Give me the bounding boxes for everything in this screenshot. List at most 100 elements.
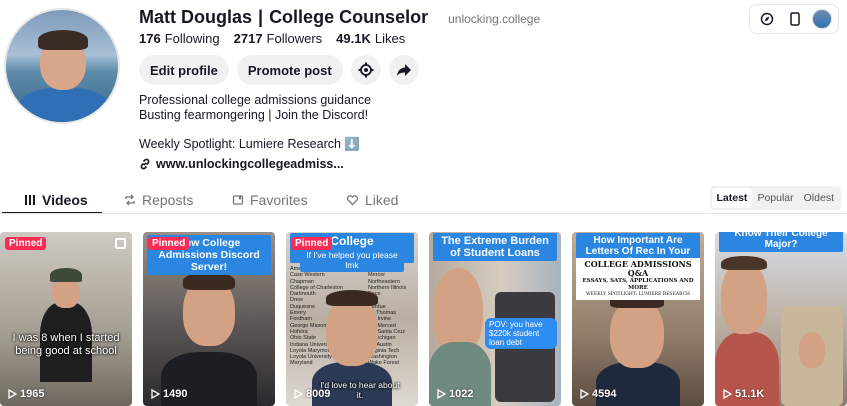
share-arrow-icon (396, 64, 411, 76)
qa-banner: COLLEGE ADMISSIONS Q&A ESSAYS, SATS, APP… (576, 258, 700, 300)
view-count-value: 8009 (306, 388, 331, 400)
profile-link[interactable]: www.unlockingcollegeadmiss... (139, 157, 344, 171)
view-count: 1490 (151, 388, 187, 400)
video-caption: The Extreme Burden of Student Loans (433, 233, 557, 261)
profile-bio: Professional college admissions guidance… (139, 93, 371, 123)
phone-icon (790, 12, 800, 26)
sort-popular[interactable]: Popular (752, 188, 798, 208)
play-icon (437, 389, 446, 399)
heart-icon (346, 195, 359, 206)
promote-post-button[interactable]: Promote post (236, 55, 343, 85)
link-text: www.unlockingcollegeadmiss... (156, 157, 344, 171)
thumb-face (721, 260, 767, 334)
thumb-cap (50, 268, 82, 282)
video-card[interactable]: How Important Are Letters Of Rec In Your… (572, 232, 704, 406)
top-right-toolbar (749, 4, 839, 34)
tab-favorites-label: Favorites (250, 192, 308, 208)
likes-label: Likes (374, 31, 406, 46)
tab-reposts[interactable]: Reposts (124, 186, 193, 214)
following-label: Following (164, 31, 220, 46)
video-card[interactable]: Know Their College Major? 51.1K (715, 232, 847, 406)
likes-count: 49.1K (336, 31, 371, 46)
video-overlay-text: I was 8 when I started being good at sch… (12, 332, 120, 357)
thumb-hair (326, 290, 378, 306)
name-separator: | (258, 7, 264, 27)
pinned-badge: Pinned (5, 237, 47, 250)
sort-oldest[interactable]: Oldest (799, 188, 839, 208)
view-count-value: 1965 (20, 388, 45, 400)
qa-small-text: WEEKLY SPOTLIGHT: LUMIERE RESEARCH (586, 292, 690, 297)
tab-divider (0, 213, 847, 214)
repost-icon (125, 194, 135, 206)
play-icon (294, 389, 303, 399)
compass-button[interactable] (756, 8, 778, 30)
profile-title: College Counselor (269, 7, 429, 27)
qa-title: COLLEGE ADMISSIONS Q&A (584, 259, 692, 278)
following-stat[interactable]: 176 Following (139, 31, 220, 46)
play-icon (151, 389, 160, 399)
video-overlay-text: I'd love to hear about it. (320, 380, 400, 400)
profile-handle: unlocking.college (448, 12, 541, 26)
followers-count: 2717 (233, 31, 263, 46)
view-count-value: 51.1K (735, 388, 765, 400)
profile-stats: 176 Following 2717 Followers 49.1K Likes (139, 31, 405, 46)
edit-profile-button[interactable]: Edit profile (139, 55, 229, 85)
bio-line-1: Professional college admissions guidance (139, 93, 372, 107)
likes-stat: 49.1K Likes (336, 31, 405, 46)
video-card[interactable]: POV: you have $220k student loan debt Th… (429, 232, 561, 406)
tab-videos-label: Videos (42, 192, 88, 208)
bookmark-icon (232, 195, 244, 205)
tab-liked-label: Liked (365, 192, 399, 208)
bio-spotlight: Weekly Spotlight: Lumiere Research ⬇️ (139, 137, 360, 151)
view-count: 4594 (580, 388, 616, 400)
video-card[interactable]: New College Admissions Discord Server! P… (143, 232, 275, 406)
thumb-hair (721, 256, 767, 270)
thumb-face (610, 298, 664, 368)
view-count: 51.1K (723, 388, 764, 400)
profile-name: Matt Douglas (139, 7, 253, 27)
bio-line-2: Busting fearmongering | Join the Discord… (139, 108, 369, 122)
tab-favorites[interactable]: Favorites (232, 186, 308, 214)
thumb-inset-face (799, 332, 825, 368)
settings-button[interactable] (350, 55, 381, 85)
view-count-value: 1490 (163, 388, 188, 400)
profile-actions: Edit profile Promote post (139, 55, 419, 85)
view-count: 1022 (437, 388, 473, 400)
link-icon (140, 158, 150, 170)
grid-icon (25, 195, 35, 205)
play-icon (8, 389, 17, 399)
sort-toggle: Latest Popular Oldest (709, 186, 841, 210)
compass-icon (760, 12, 774, 26)
avatar-shirt (18, 88, 110, 122)
share-button[interactable] (388, 55, 419, 85)
video-card[interactable]: American Case Western Chapman College of… (286, 232, 418, 406)
profile-avatar[interactable] (4, 8, 120, 124)
play-icon (580, 389, 589, 399)
qa-subtitle: ESSAYS, SATS, APPLICATIONS AND MORE (582, 278, 694, 291)
pinned-badge: Pinned (291, 237, 333, 250)
view-count: 1965 (8, 388, 44, 400)
pov-bubble: POV: you have $220k student loan debt (485, 318, 557, 349)
following-count: 176 (139, 31, 161, 46)
view-count: 8009 (294, 388, 330, 400)
photo-carousel-icon (115, 238, 126, 249)
play-icon (723, 389, 732, 399)
view-count-value: 4594 (592, 388, 617, 400)
followers-label: Followers (266, 31, 323, 46)
view-count-value: 1022 (449, 388, 474, 400)
gear-icon (358, 62, 374, 78)
tab-liked[interactable]: Liked (346, 186, 398, 214)
video-subcaption: If I've helped you please lmk (300, 248, 404, 272)
user-avatar[interactable] (812, 9, 832, 29)
sort-latest[interactable]: Latest (711, 188, 753, 208)
device-button[interactable] (784, 8, 806, 30)
video-card[interactable]: Pinned I was 8 when I started being good… (0, 232, 132, 406)
pinned-badge: Pinned (148, 237, 190, 250)
avatar-hair (38, 30, 88, 50)
thumb-face (326, 296, 378, 366)
tab-videos[interactable]: Videos (24, 186, 88, 214)
followers-stat[interactable]: 2717 Followers (234, 31, 323, 46)
video-grid: Pinned I was 8 when I started being good… (0, 232, 847, 406)
tab-reposts-label: Reposts (142, 192, 194, 208)
profile-name-row: Matt Douglas | College Counselor unlocki… (139, 7, 540, 28)
